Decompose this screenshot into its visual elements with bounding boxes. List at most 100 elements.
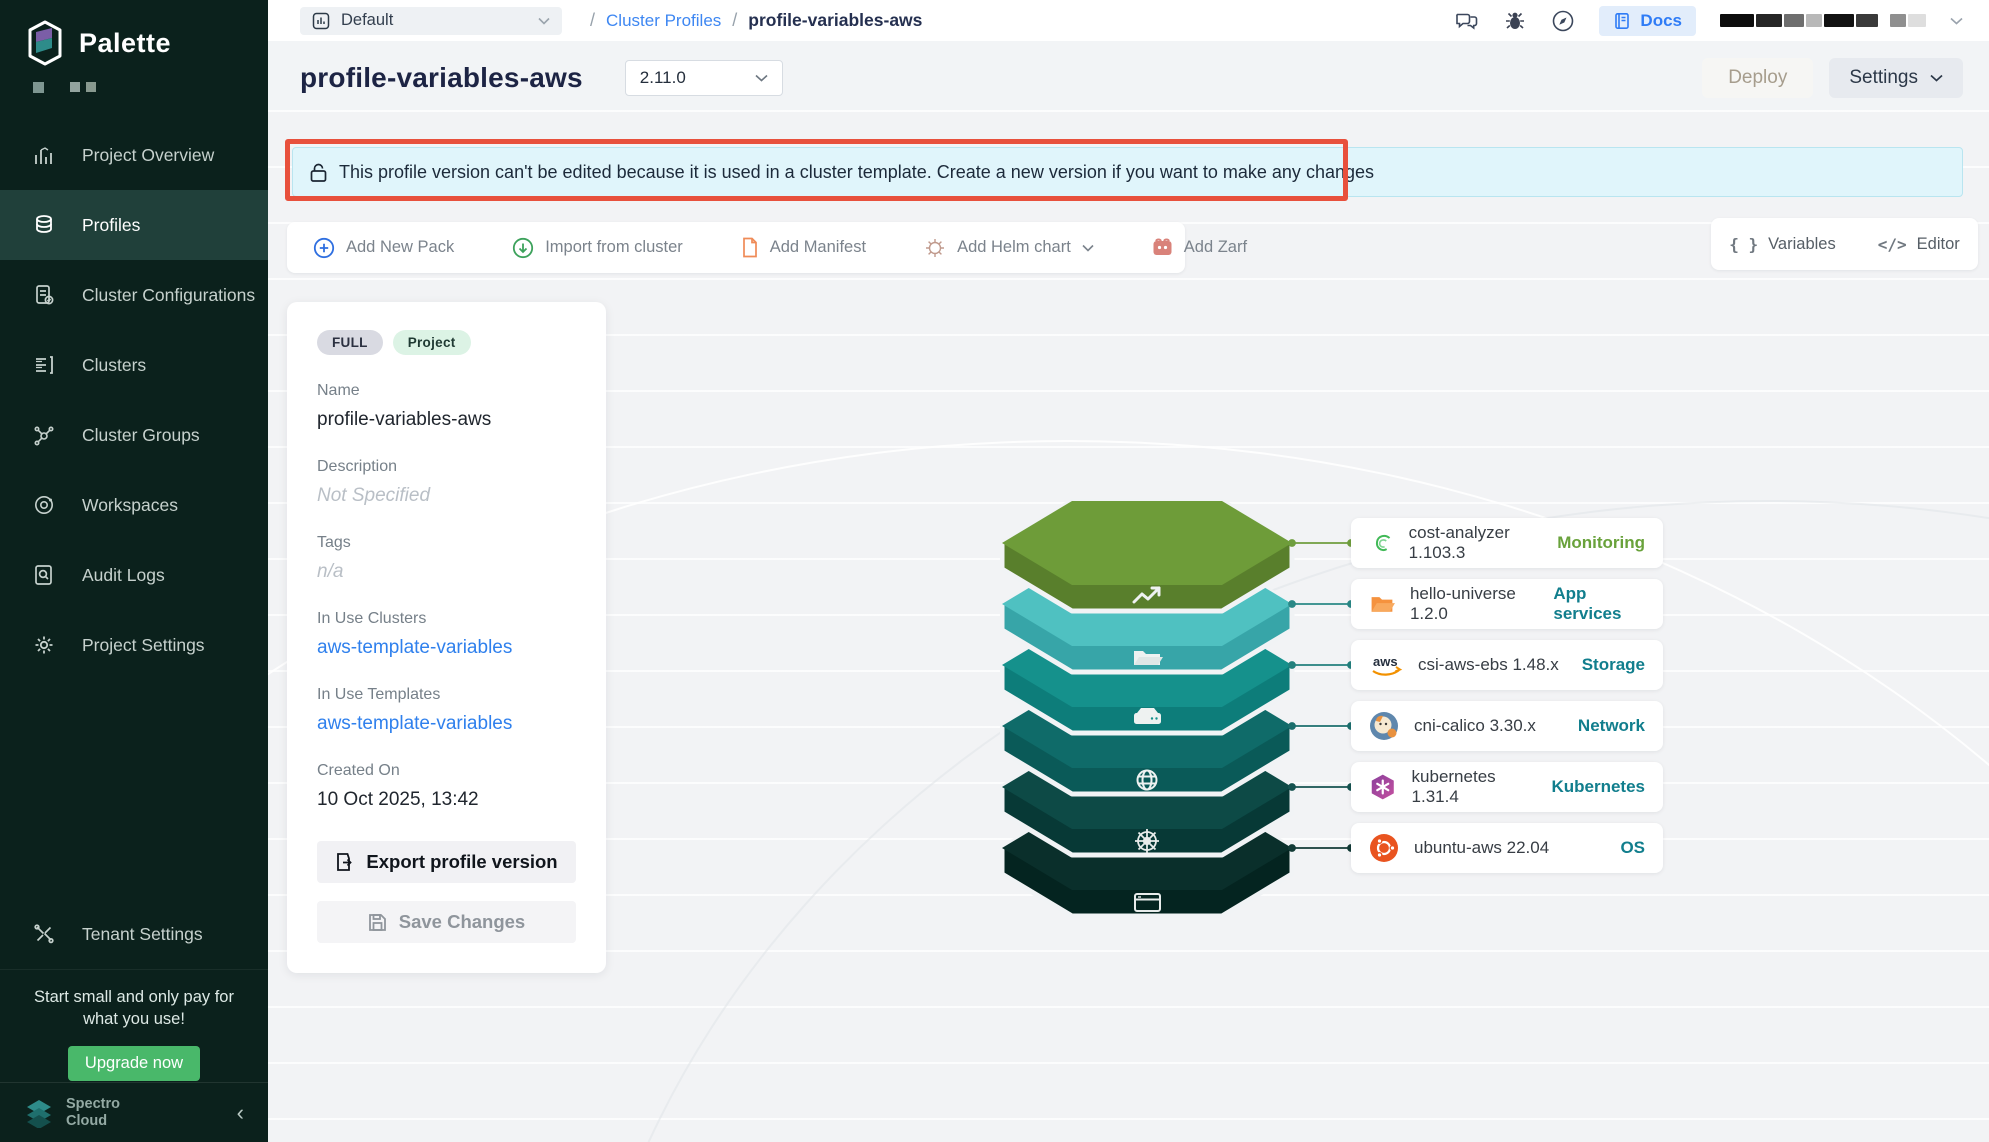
editor-button[interactable]: </> Editor [1878,235,1960,254]
project-selector-value: Default [341,11,393,30]
sidebar-item-label: Cluster Configurations [82,285,255,306]
braces-icon: { } [1729,235,1758,254]
user-name-redacted[interactable] [1720,14,1926,27]
docs-button[interactable]: Docs [1599,6,1696,36]
pack-card-cost-analyzer[interactable]: cost-analyzer 1.103.3 Monitoring [1351,518,1663,568]
layers-database-icon [32,213,56,237]
kubernetes-icon [1369,772,1397,802]
collapse-sidebar-icon[interactable]: ‹ [237,1102,244,1124]
upgrade-promo: Start small and only pay for what you us… [0,969,268,1081]
pack-card-hello-universe[interactable]: hello-universe 1.2.0 App services [1351,579,1663,629]
add-manifest-button[interactable]: Add Manifest [741,237,866,258]
document-check-icon [32,283,56,307]
sidebar-item-profiles[interactable]: Profiles [0,190,268,260]
deploy-button[interactable]: Deploy [1702,58,1813,98]
badge-full: FULL [317,330,383,355]
export-icon [335,852,354,872]
sidebar-item-label: Project Overview [82,145,214,166]
sidebar-item-cluster-groups[interactable]: Cluster Groups [0,400,268,470]
pack-card-cni-calico[interactable]: cni-calico 3.30.x Network [1351,701,1663,751]
plus-circle-icon [313,237,335,259]
bar-chart-icon [32,143,56,167]
ubuntu-icon [1369,833,1399,863]
spectro-cloud-logo-icon [24,1098,54,1128]
breadcrumb: / Cluster Profiles / profile-variables-a… [590,10,922,31]
gear-icon [32,633,56,657]
stack-layer-monitoring[interactable] [1002,501,1292,611]
main-content: Default / Cluster Profiles / profile-var… [268,0,1989,1142]
save-changes-button[interactable]: Save Changes [317,901,576,943]
svg-text:aws: aws [1373,654,1398,669]
sidebar-item-clusters[interactable]: Clusters [0,330,268,400]
chevron-down-icon [1082,244,1094,252]
version-value: 2.11.0 [640,68,686,88]
tools-icon [32,922,56,946]
app-name: Palette [79,28,171,59]
book-icon [1613,12,1631,30]
add-new-pack-button[interactable]: Add New Pack [313,237,454,259]
promo-text: Start small and only pay for what you us… [24,986,244,1031]
pack-card-kubernetes[interactable]: kubernetes 1.31.4 Kubernetes [1351,762,1663,812]
badge-scope: Project [393,330,471,355]
banner-text: This profile version can't be edited bec… [339,162,1374,183]
name-value: profile-variables-aws [317,409,576,431]
import-circle-icon [512,237,534,259]
project-icon [312,12,330,30]
in-use-cluster-link[interactable]: aws-template-variables [317,637,512,658]
add-zarf-button[interactable]: Add Zarf [1152,238,1247,257]
variables-button[interactable]: { } Variables [1729,235,1835,254]
orbit-icon [32,493,56,517]
project-selector[interactable]: Default [300,7,562,35]
helm-icon [924,237,946,259]
sidebar-nav: Project Overview Profiles Cluster Config… [0,120,268,680]
user-menu-chevron-icon[interactable] [1950,17,1963,25]
magnifier-document-icon [32,563,56,587]
sidebar-item-project-overview[interactable]: Project Overview [0,120,268,190]
tags-label: Tags [317,534,576,552]
export-profile-version-button[interactable]: Export profile version [317,841,576,883]
import-from-cluster-button[interactable]: Import from cluster [512,237,683,259]
chevron-down-icon [1930,74,1943,82]
sidebar-item-label: Profiles [82,215,140,236]
pack-toolbar: Add New Pack Import from cluster Add Man… [287,222,1185,273]
manifest-file-icon [741,237,759,258]
sidebar-item-label: Clusters [82,355,146,376]
breadcrumb-cluster-profiles-link[interactable]: Cluster Profiles [606,11,721,31]
sidebar-item-cluster-configurations[interactable]: Cluster Configurations [0,260,268,330]
name-label: Name [317,382,576,400]
profile-details-card: FULL Project Name profile-variables-aws … [287,302,606,973]
sidebar-item-audit-logs[interactable]: Audit Logs [0,540,268,610]
breadcrumb-current: profile-variables-aws [748,10,922,31]
pack-card-csi-aws-ebs[interactable]: aws csi-aws-ebs 1.48.x Storage [1351,640,1663,690]
helm-wheel-icon [1135,829,1159,853]
pack-card-ubuntu-aws[interactable]: ubuntu-aws 22.04 OS [1351,823,1663,873]
in-use-template-link[interactable]: aws-template-variables [317,713,512,734]
chat-icon[interactable] [1455,10,1479,32]
title-row: profile-variables-aws 2.11.0 Deploy Sett… [300,52,1963,104]
palette-logo-icon [24,20,66,66]
brand-name: Spectro Cloud [66,1096,120,1129]
server-list-icon [32,353,56,377]
sidebar-item-project-settings[interactable]: Project Settings [0,610,268,680]
version-selector[interactable]: 2.11.0 [625,60,783,96]
view-switcher: { } Variables </> Editor [1711,218,1978,270]
network-nodes-icon [32,423,56,447]
zarf-icon [1152,238,1173,257]
description-value: Not Specified [317,485,576,507]
sidebar-item-workspaces[interactable]: Workspaces [0,470,268,540]
settings-button[interactable]: Settings [1829,58,1963,98]
compass-icon[interactable] [1551,9,1575,33]
page-title: profile-variables-aws [300,62,583,94]
in-use-clusters-label: In Use Clusters [317,610,576,628]
readonly-banner: This profile version can't be edited bec… [292,147,1963,197]
kubecost-icon [1369,528,1394,558]
code-icon: </> [1878,235,1907,254]
bug-report-icon[interactable] [1503,9,1527,33]
sidebar-item-tenant-settings[interactable]: Tenant Settings [0,899,268,969]
lock-icon [309,162,328,183]
layer-connectors [1282,520,1362,860]
topbar-actions: Docs [1455,6,1963,36]
add-helm-chart-button[interactable]: Add Helm chart [924,237,1094,259]
upgrade-now-button[interactable]: Upgrade now [68,1046,200,1081]
created-on-label: Created On [317,762,576,780]
